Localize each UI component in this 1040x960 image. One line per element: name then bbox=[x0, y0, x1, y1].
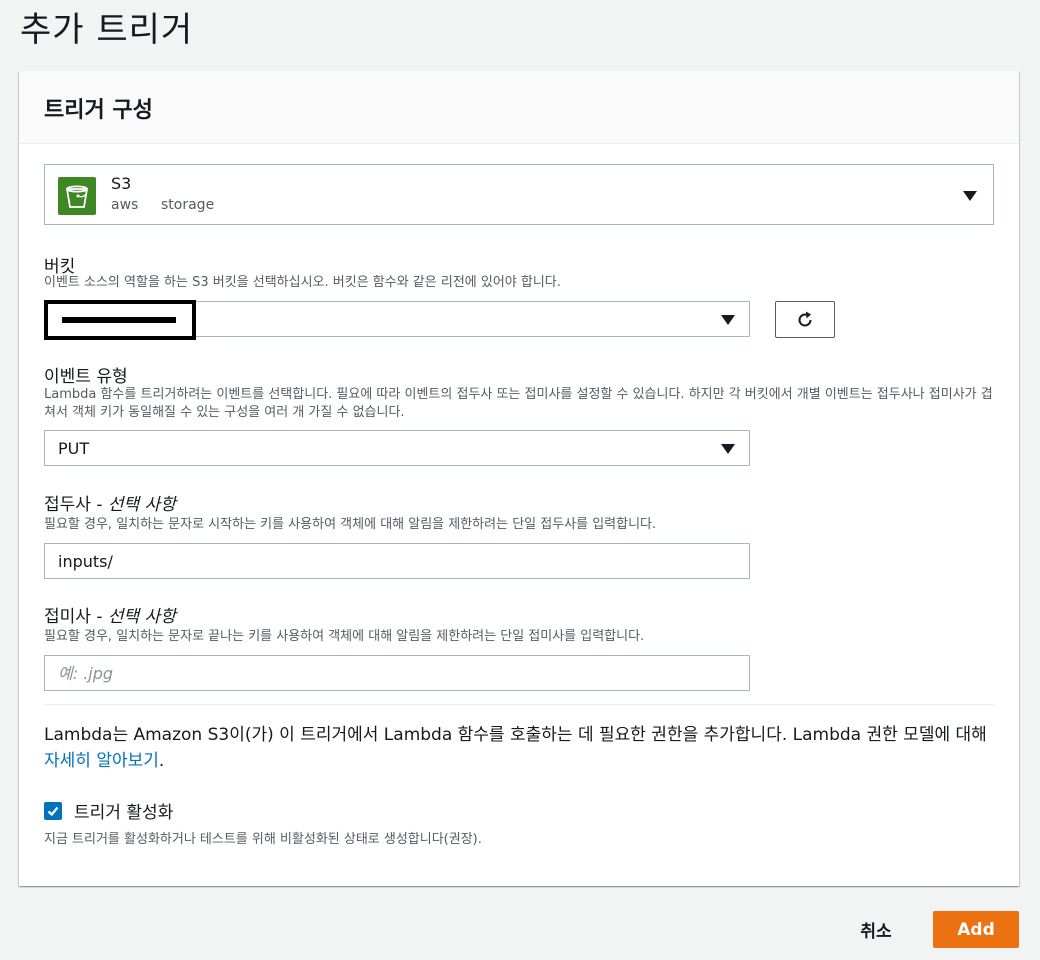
prefix-label: 접두사 - 선택 사항 bbox=[44, 490, 176, 515]
suffix-input[interactable] bbox=[44, 655, 750, 691]
suffix-label: 접미사 - 선택 사항 bbox=[44, 602, 176, 627]
caret-down-icon bbox=[963, 191, 977, 201]
bucket-description: 이벤트 소스의 역할을 하는 S3 버킷을 선택하십시오. 버킷은 함수와 같은… bbox=[44, 275, 561, 290]
panel-header: 트리거 구성 bbox=[19, 71, 1019, 144]
enable-trigger-label[interactable]: 트리거 활성화 bbox=[74, 798, 173, 823]
s3-bucket-icon bbox=[58, 177, 96, 215]
learn-more-link[interactable]: 자세히 알아보기 bbox=[44, 751, 159, 771]
panel-title: 트리거 구성 bbox=[44, 98, 153, 123]
cancel-button[interactable]: 취소 bbox=[846, 911, 906, 947]
source-tag: storage bbox=[161, 197, 215, 213]
redaction-bar bbox=[62, 317, 176, 323]
permissions-note: Lambda는 Amazon S3이(가) 이 트리거에서 Lambda 함수를… bbox=[44, 722, 994, 774]
refresh-icon bbox=[798, 311, 812, 326]
suffix-description: 필요할 경우, 일치하는 문자로 끝나는 키를 사용하여 객체에 대해 알림을 … bbox=[44, 629, 645, 644]
suffix-optional: 선택 사항 bbox=[107, 607, 176, 627]
trigger-config-panel: 트리거 구성 S3 aws storage 버킷 이벤트 소스의 역할을 하는 … bbox=[19, 71, 1019, 886]
enable-trigger-checkbox[interactable] bbox=[44, 802, 62, 820]
suffix-label-text: 접미사 - bbox=[44, 607, 103, 627]
event-type-label: 이벤트 유형 bbox=[44, 367, 128, 387]
prefix-description: 필요할 경우, 일치하는 문자로 시작하는 키를 사용하여 객체에 대해 알림을… bbox=[44, 517, 657, 532]
prefix-label-text: 접두사 - bbox=[44, 495, 103, 515]
refresh-buckets-button[interactable] bbox=[775, 301, 835, 338]
page-title: 추가 트리거 bbox=[20, 10, 194, 50]
caret-down-icon bbox=[721, 444, 735, 454]
add-button[interactable]: Add bbox=[933, 911, 1019, 948]
enable-trigger-description: 지금 트리거를 활성화하거나 테스트를 위해 비활성화된 상태로 생성합니다(권… bbox=[44, 832, 482, 847]
permissions-text: Lambda는 Amazon S3이(가) 이 트리거에서 Lambda 함수를… bbox=[44, 725, 987, 745]
prefix-input[interactable] bbox=[44, 543, 750, 579]
checkmark-icon bbox=[47, 806, 59, 817]
source-name: S3 bbox=[111, 174, 132, 193]
source-tag: aws bbox=[111, 197, 139, 213]
redaction-box bbox=[44, 300, 196, 340]
event-type-description: Lambda 함수를 트리거하려는 이벤트를 선택합니다. 필요에 따라 이벤트… bbox=[44, 387, 993, 420]
section-divider bbox=[44, 704, 994, 705]
event-type-value: PUT bbox=[58, 439, 90, 458]
trigger-source-select[interactable]: S3 aws storage bbox=[44, 164, 994, 225]
permissions-text-end: . bbox=[158, 751, 165, 771]
prefix-optional: 선택 사항 bbox=[107, 495, 176, 515]
caret-down-icon bbox=[721, 315, 735, 325]
event-type-select[interactable]: PUT bbox=[44, 430, 750, 466]
